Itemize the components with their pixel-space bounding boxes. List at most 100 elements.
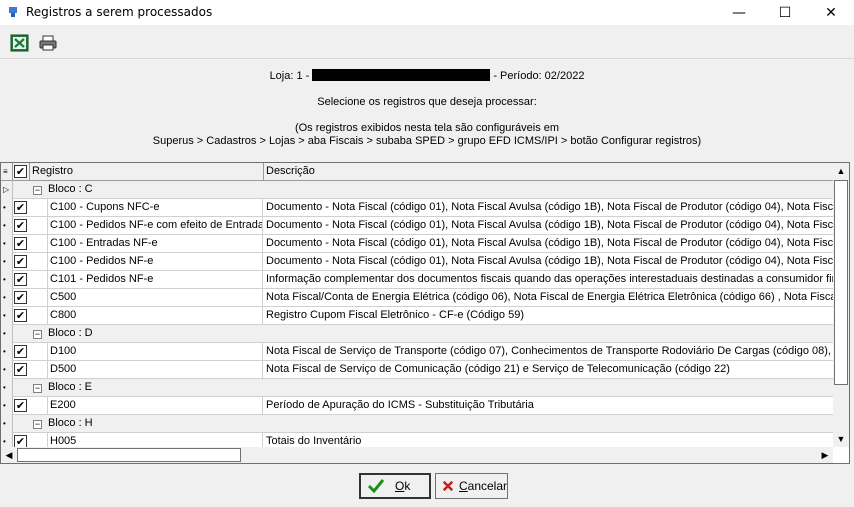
row-checkbox[interactable]: ✔	[14, 237, 27, 250]
vertical-scroll-thumb[interactable]	[834, 180, 848, 385]
registro-cell: C100 - Pedidos NF-e	[47, 253, 263, 271]
redacted-store-name	[312, 69, 491, 81]
table-row[interactable]: • ✔ D100 Nota Fiscal de Serviço de Transpor…	[1, 343, 833, 361]
descricao-cell: Informação complementar dos documentos f…	[266, 273, 833, 285]
group-label-text: Bloco : E	[48, 381, 93, 393]
column-header-registro[interactable]: Registro	[29, 163, 264, 181]
group-row[interactable]: ▷ − Bloco : C	[1, 181, 833, 199]
app-icon	[9, 7, 17, 17]
excel-export-icon[interactable]	[10, 34, 30, 52]
descricao-cell: Registro Cupom Fiscal Eletrônico - CF-e …	[266, 309, 524, 321]
registro-cell: H005	[47, 433, 263, 447]
title-bar: Registros a serem processados — ☐ ✕	[0, 0, 854, 25]
config-note-line1: (Os registros exibidos nesta tela são co…	[294, 122, 560, 134]
row-indicator: •	[1, 235, 13, 253]
row-checkbox[interactable]: ✔	[14, 273, 27, 286]
table-row[interactable]: • ✔ D500 Nota Fiscal de Serviço de Comunica…	[1, 361, 833, 379]
column-header-descricao[interactable]: Descrição	[264, 163, 833, 181]
group-label: − Bloco : E	[33, 379, 92, 397]
row-indicator: •	[1, 415, 13, 433]
ok-button[interactable]: Ok	[359, 473, 431, 499]
group-label: − Bloco : H	[33, 415, 93, 433]
registro-cell: C100 - Cupons NFC-e	[47, 199, 263, 217]
scroll-up-icon[interactable]: ▲	[833, 163, 849, 179]
group-row[interactable]: • − Bloco : D	[1, 325, 833, 343]
window-title: Registros a serem processados	[26, 5, 213, 19]
printer-icon[interactable]	[38, 34, 58, 52]
horizontal-scrollbar[interactable]: ◀ ▶	[1, 447, 833, 463]
row-checkbox[interactable]: ✔	[14, 435, 27, 447]
table-row[interactable]: • ✔ H005 Totais do Inventário	[1, 433, 833, 447]
table-row[interactable]: • ✔ C500 Nota Fiscal/Conta de Energia Elétr…	[1, 289, 833, 307]
descricao-cell: Totais do Inventário	[266, 435, 362, 447]
registro-cell: C101 - Pedidos NF-e	[47, 271, 263, 289]
row-indicator: •	[1, 307, 13, 325]
maximize-button[interactable]: ☐	[762, 0, 808, 25]
records-grid[interactable]: ≡ ✔ Registro Descrição ▷ − Bloco : C • ✔ C100…	[0, 162, 850, 464]
cancel-button[interactable]: Cancelar	[435, 473, 508, 499]
scroll-down-icon[interactable]: ▼	[833, 431, 849, 447]
dialog-footer: Ok Cancelar	[0, 466, 854, 507]
store-period-line: Loja: 1 - - Período: 02/2022	[0, 69, 854, 82]
descricao-cell: Documento - Nota Fiscal (código 01), Not…	[266, 255, 833, 267]
minimize-button[interactable]: —	[716, 0, 762, 25]
row-checkbox[interactable]: ✔	[14, 309, 27, 322]
row-checkbox[interactable]: ✔	[14, 201, 27, 214]
toolbar	[0, 27, 854, 59]
current-row-indicator-icon: ▷	[1, 181, 13, 199]
collapse-group-icon[interactable]: −	[33, 186, 42, 195]
row-checkbox[interactable]: ✔	[14, 363, 27, 376]
row-indicator: •	[1, 343, 13, 361]
loja-label: Loja: 1 -	[269, 70, 310, 82]
row-indicator: •	[1, 397, 13, 415]
row-checkbox[interactable]: ✔	[14, 399, 27, 412]
table-row[interactable]: • ✔ C100 - Pedidos NF-e Documento - Nota Fi…	[1, 253, 833, 271]
periodo-label: - Período: 02/2022	[493, 70, 585, 82]
collapse-group-icon[interactable]: −	[33, 384, 42, 393]
registro-cell: C100 - Entradas NF-e	[47, 235, 263, 253]
row-checkbox[interactable]: ✔	[14, 255, 27, 268]
collapse-group-icon[interactable]: −	[33, 420, 42, 429]
group-label-text: Bloco : H	[48, 417, 93, 429]
scroll-left-icon[interactable]: ◀	[1, 447, 17, 463]
scroll-right-icon[interactable]: ▶	[817, 447, 833, 463]
cancel-button-label: Cancelar	[458, 479, 507, 493]
collapse-group-icon[interactable]: −	[33, 330, 42, 339]
horizontal-scroll-thumb[interactable]	[17, 448, 241, 462]
row-checkbox[interactable]: ✔	[14, 345, 27, 358]
table-row[interactable]: • ✔ C100 - Cupons NFC-e Documento - Nota Fi…	[1, 199, 833, 217]
row-indicator: •	[1, 379, 13, 397]
registro-cell: E200	[47, 397, 263, 415]
table-row[interactable]: • ✔ C100 - Pedidos NF-e com efeito de Entr…	[1, 217, 833, 235]
close-button[interactable]: ✕	[808, 0, 854, 25]
cancel-x-icon	[442, 480, 454, 492]
group-row[interactable]: • − Bloco : H	[1, 415, 833, 433]
descricao-cell: Documento - Nota Fiscal (código 01), Not…	[266, 237, 833, 249]
table-row[interactable]: • ✔ C101 - Pedidos NF-e Informação compleme…	[1, 271, 833, 289]
table-row[interactable]: • ✔ E200 Período de Apuração do ICMS - Subs…	[1, 397, 833, 415]
descricao-cell: Nota Fiscal de Serviço de Comunicação (c…	[266, 363, 730, 375]
row-indicator: •	[1, 289, 13, 307]
row-indicator: •	[1, 433, 13, 447]
descricao-cell: Documento - Nota Fiscal (código 01), Not…	[266, 219, 833, 231]
row-indicator: •	[1, 253, 13, 271]
grid-header: ≡ ✔ Registro Descrição	[1, 163, 833, 181]
ok-button-label: Ok	[395, 479, 411, 493]
table-row[interactable]: • ✔ C100 - Entradas NF-e Documento - Nota F…	[1, 235, 833, 253]
registro-cell: D500	[47, 361, 263, 379]
registro-cell: C500	[47, 289, 263, 307]
config-note-line2: Superus > Cadastros > Lojas > aba Fiscai…	[152, 135, 702, 147]
select-all-checkbox[interactable]: ✔	[14, 165, 27, 178]
row-indicator: •	[1, 271, 13, 289]
row-checkbox[interactable]: ✔	[14, 219, 27, 232]
group-row[interactable]: • − Bloco : E	[1, 379, 833, 397]
descricao-cell: Nota Fiscal/Conta de Energia Elétrica (c…	[266, 291, 833, 303]
row-checkbox[interactable]: ✔	[14, 291, 27, 304]
checkmark-icon	[367, 479, 385, 494]
row-indicator: •	[1, 361, 13, 379]
table-row[interactable]: • ✔ C800 Registro Cupom Fiscal Eletrônico -…	[1, 307, 833, 325]
descricao-cell: Nota Fiscal de Serviço de Transporte (có…	[266, 345, 833, 357]
group-label: − Bloco : C	[33, 181, 93, 199]
vertical-scrollbar[interactable]: ▲ ▼	[833, 163, 849, 447]
row-indicator: •	[1, 217, 13, 235]
